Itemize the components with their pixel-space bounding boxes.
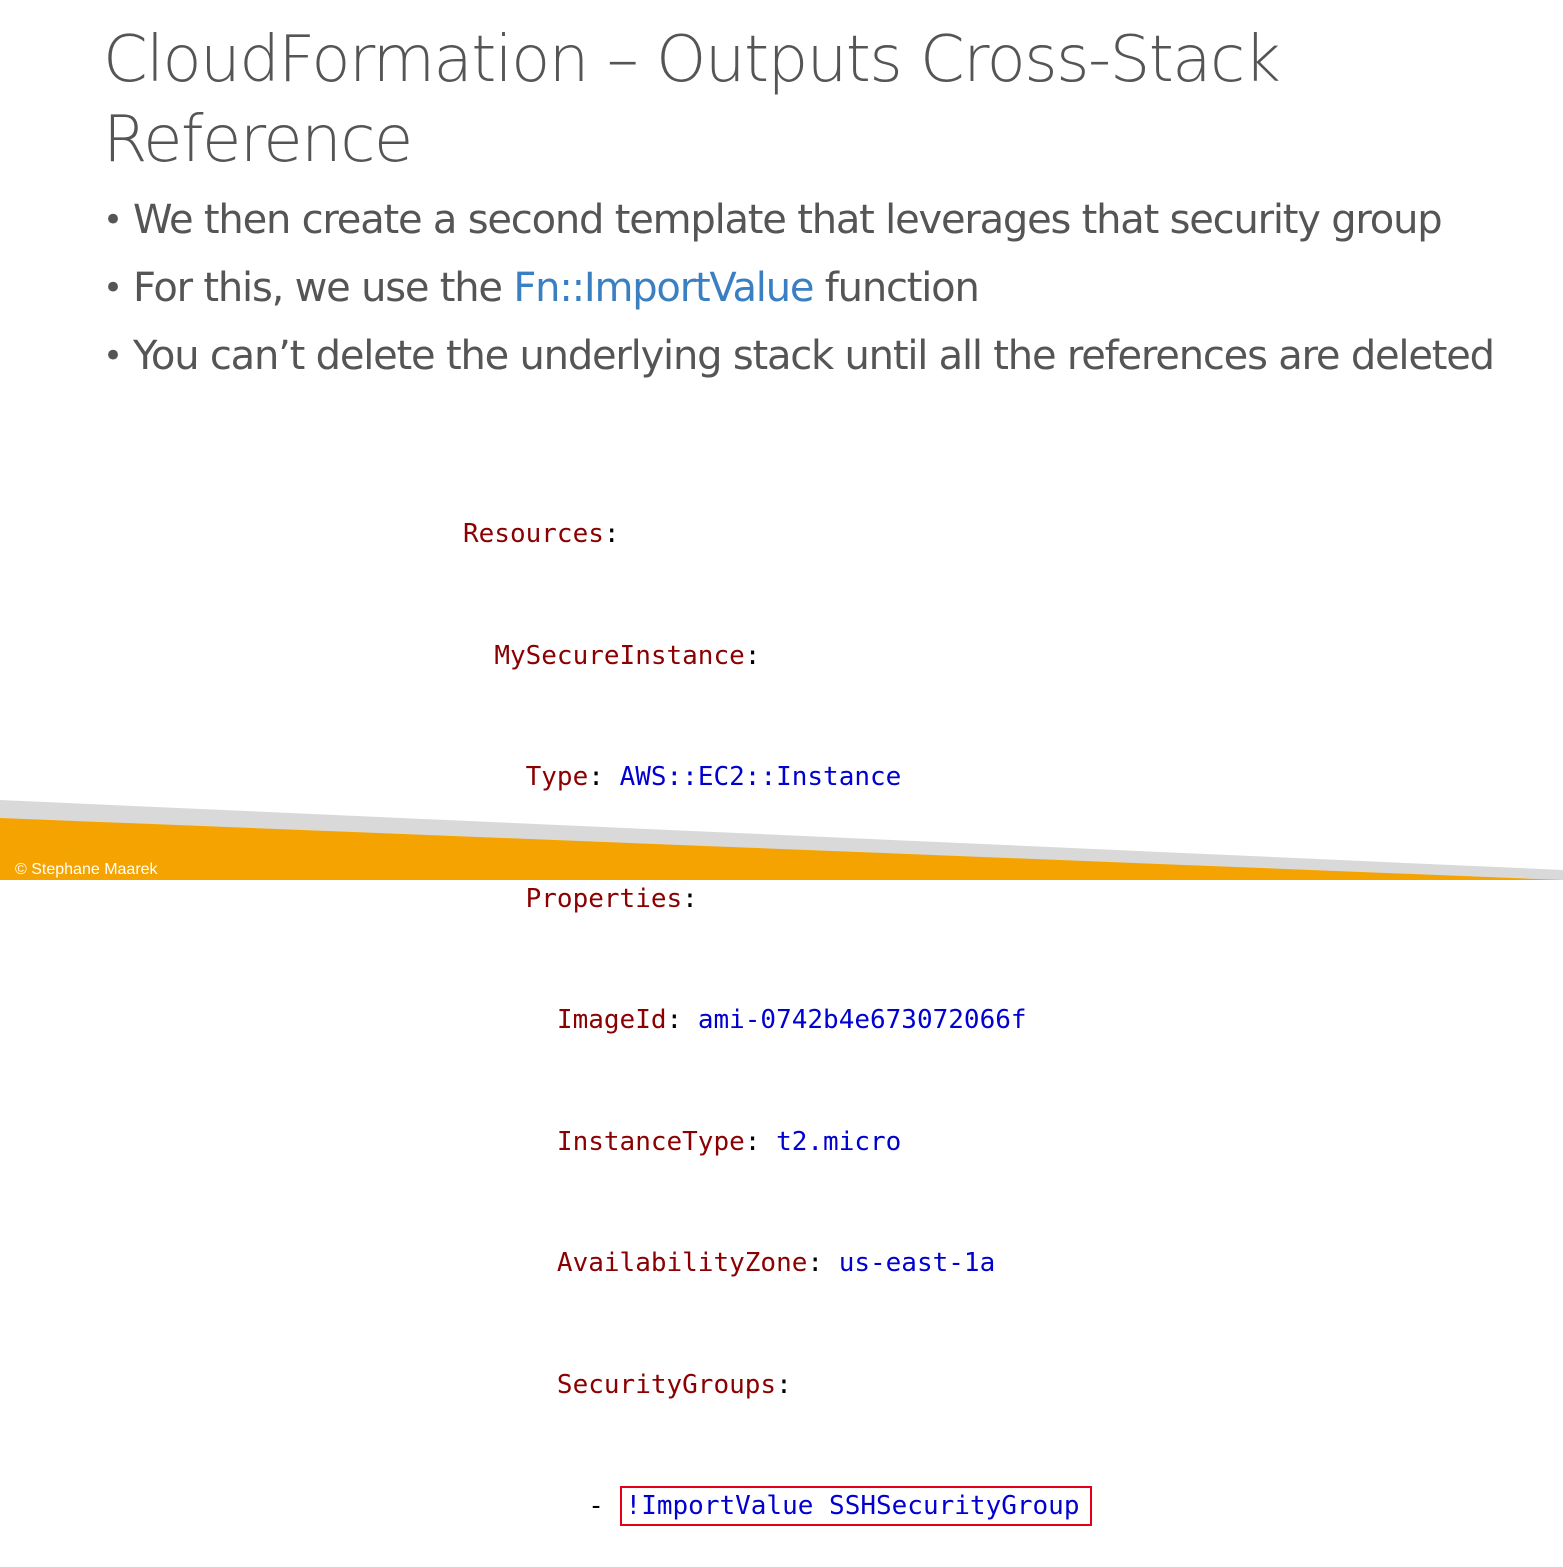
code-line-import: - !ImportValue SSHSecurityGroup (463, 1486, 1092, 1527)
bullet-text-after: function (813, 265, 980, 311)
bullet-icon: • (103, 268, 123, 308)
function-name-highlight: Fn::ImportValue (513, 265, 814, 311)
code-line: InstanceType: t2.micro (556, 1126, 902, 1157)
code-value: AWS::EC2::Instance (619, 762, 902, 792)
code-key: SecurityGroups (556, 1369, 777, 1400)
slide-title: CloudFormation – Outputs Cross-Stack Ref… (103, 23, 1281, 177)
code-key: InstanceType (556, 1126, 745, 1157)
code-key: AvailabilityZone (556, 1248, 808, 1278)
code-key: Type (525, 762, 589, 792)
code-key: Properties (525, 883, 683, 914)
code-line: Properties: (525, 883, 698, 914)
code-line: AvailabilityZone: us-east-1a (556, 1248, 996, 1278)
list-dash: - (588, 1491, 620, 1521)
bullet-list: • We then create a second template that … (103, 190, 1543, 394)
code-line: ImageId: ami-0742b4e673072066f (556, 1005, 1027, 1035)
code-line: Resources: (463, 519, 620, 549)
code-value: ami-0742b4e673072066f (697, 1005, 1027, 1035)
code-key: ImageId (556, 1005, 667, 1035)
bullet-item: • For this, we use the Fn::ImportValue f… (103, 258, 1543, 318)
bullet-icon: • (103, 336, 123, 376)
yaml-code-block: Resources: MySecureInstance: Type: AWS::… (463, 433, 1092, 1567)
code-key: Resources (463, 519, 604, 549)
import-value-highlight-box: !ImportValue SSHSecurityGroup (619, 1486, 1092, 1526)
code-line: SecurityGroups: (556, 1369, 792, 1400)
code-line: Type: AWS::EC2::Instance (525, 762, 902, 792)
code-key: MySecureInstance (494, 640, 745, 671)
bullet-text: We then create a second template that le… (133, 197, 1443, 243)
copyright-text: © Stephane Maarek (15, 861, 158, 878)
bullet-icon: • (103, 200, 123, 240)
bullet-item: • We then create a second template that … (103, 190, 1543, 250)
code-value: us-east-1a (838, 1248, 996, 1278)
bullet-text-before: For this, we use the (133, 265, 514, 311)
code-value: t2.micro (776, 1126, 902, 1157)
bullet-item: • You can’t delete the underlying stack … (103, 326, 1543, 386)
bullet-text: You can’t delete the underlying stack un… (133, 333, 1495, 379)
code-line: MySecureInstance: (494, 640, 761, 671)
